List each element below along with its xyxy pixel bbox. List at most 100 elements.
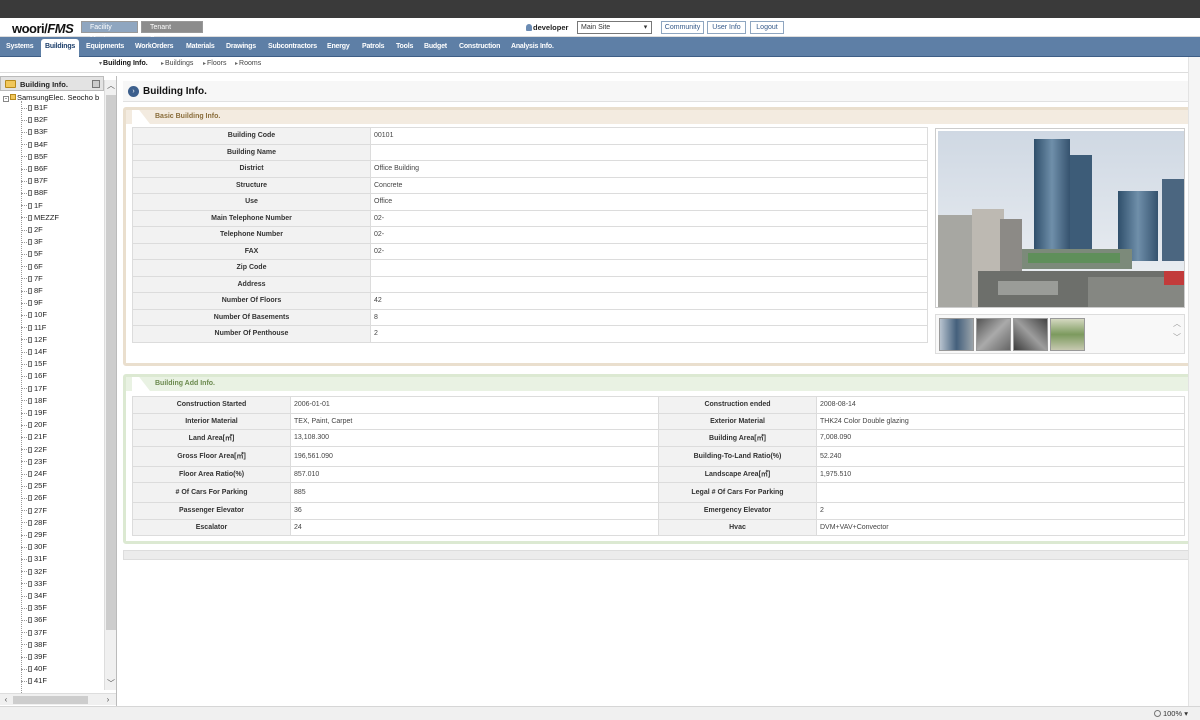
nav-energy[interactable]: Energy <box>327 37 350 57</box>
scroll-left-icon[interactable]: ‹ <box>0 694 12 706</box>
tree-item-floor[interactable]: 1F <box>21 200 43 212</box>
tree-item-floor[interactable]: 18F <box>21 395 47 407</box>
nav-patrols[interactable]: Patrols <box>362 37 385 57</box>
floor-icon <box>28 629 32 636</box>
tree-item-floor[interactable]: B3F <box>21 126 48 138</box>
minus-icon[interactable]: - <box>3 96 9 102</box>
tree-item-floor[interactable]: 36F <box>21 614 47 626</box>
nav-budget[interactable]: Budget <box>424 37 447 57</box>
tree-item-floor[interactable]: 35F <box>21 602 47 614</box>
tree-item-floor[interactable]: 30F <box>21 541 47 553</box>
tree-item-floor[interactable]: B4F <box>21 139 48 151</box>
tree-item-floor[interactable]: 31F <box>21 553 47 565</box>
tree-item-floor[interactable]: 37F <box>21 627 47 639</box>
tree-item-floor[interactable]: B1F <box>21 102 48 114</box>
scroll-thumb[interactable] <box>13 696 88 704</box>
nav-workorders[interactable]: WorkOrders <box>135 37 174 57</box>
scroll-down-icon[interactable]: ﹀ <box>105 678 117 690</box>
tree-item-label: 12F <box>34 334 47 344</box>
tree-item-floor[interactable]: 25F <box>21 480 47 492</box>
floor-icon <box>28 593 32 599</box>
tree-item-floor[interactable]: 21F <box>21 431 47 443</box>
tree-item-floor[interactable]: 27F <box>21 505 47 517</box>
tree-item-floor[interactable]: 9F <box>21 297 43 309</box>
user-info-button[interactable]: User Info <box>707 21 746 34</box>
tree-item-floor[interactable]: 17F <box>21 383 47 395</box>
nav-drawings[interactable]: Drawings <box>226 37 256 57</box>
tree-item-floor[interactable]: B2F <box>21 114 48 126</box>
tree-item-floor[interactable]: 14F <box>21 346 47 358</box>
tree-item-floor[interactable]: 12F <box>21 334 47 346</box>
sidebar-vertical-scrollbar[interactable]: ︿ ﹀ <box>104 80 116 690</box>
tree-root-building[interactable]: - SamsungElec. Seocho b <box>3 93 99 102</box>
tree-item-floor[interactable]: 7F <box>21 273 43 285</box>
tree-item-floor[interactable]: MEZZF <box>21 212 59 224</box>
field-label: Passenger Elevator <box>132 502 291 520</box>
sidebar-horizontal-scrollbar[interactable]: ‹ › <box>0 693 116 705</box>
tree-item-floor[interactable]: 3F <box>21 236 43 248</box>
tree-item-floor[interactable]: 38F <box>21 639 47 651</box>
page-vertical-scrollbar[interactable] <box>1188 57 1200 706</box>
nav-subcontractors[interactable]: Subcontractors <box>268 37 317 57</box>
scroll-thumb[interactable] <box>106 95 116 630</box>
subnav-buildings[interactable]: ▸Buildings <box>161 60 193 67</box>
tree-item-floor[interactable]: 24F <box>21 468 47 480</box>
tree-item-floor[interactable]: 10F <box>21 309 47 321</box>
tree-item-floor[interactable]: 32F <box>21 566 47 578</box>
tree-item-floor[interactable]: 23F <box>21 456 47 468</box>
tree-item-floor[interactable]: 28F <box>21 517 47 529</box>
collapse-icon[interactable] <box>92 80 100 88</box>
field-value: 1,975.510 <box>816 465 1185 483</box>
tree-item-floor[interactable]: 40F <box>21 663 47 675</box>
field-value: THK24 Color Double glazing <box>816 412 1185 430</box>
zoom-control[interactable]: 100% ▾ <box>1153 709 1188 718</box>
tree-item-floor[interactable]: 39F <box>21 651 47 663</box>
thumbnail-scroll[interactable]: ︿ ﹀ <box>1172 317 1182 351</box>
nav-construction[interactable]: Construction <box>459 37 500 57</box>
subnav-building-info[interactable]: ▾Building Info. <box>99 60 148 67</box>
nav-analysis-info[interactable]: Analysis Info. <box>511 37 554 57</box>
nav-materials[interactable]: Materials <box>186 37 215 57</box>
tree-item-floor[interactable]: 15F <box>21 358 47 370</box>
thumbnail-image[interactable] <box>939 318 974 351</box>
scroll-right-icon[interactable]: › <box>102 694 114 706</box>
tree-item-floor[interactable]: 20F <box>21 419 47 431</box>
tree-item-floor[interactable]: 26F <box>21 492 47 504</box>
logout-button[interactable]: Logout <box>750 21 784 34</box>
field-value: 00101 <box>370 127 928 145</box>
tree-item-floor[interactable]: 11F <box>21 322 46 334</box>
community-button[interactable]: Community <box>661 21 704 34</box>
nav-buildings[interactable]: Buildings <box>41 39 80 57</box>
nav-tools[interactable]: Tools <box>396 37 413 57</box>
thumbnail-image[interactable] <box>976 318 1011 351</box>
tree-item-floor[interactable]: 34F <box>21 590 47 602</box>
subnav-rooms[interactable]: ▸Rooms <box>235 60 261 67</box>
tree-item-floor[interactable]: 22F <box>21 444 47 456</box>
tree-item-floor[interactable]: B8F <box>21 187 48 199</box>
tree-item-floor[interactable]: 33F <box>21 578 47 590</box>
field-value <box>370 143 928 161</box>
tab-facility-mngt[interactable]: Facility Mngt. <box>81 21 138 43</box>
tree-item-floor[interactable]: B5F <box>21 151 48 163</box>
thumbnail-image[interactable] <box>1013 318 1048 351</box>
scroll-up-icon[interactable]: ︿ <box>105 80 117 92</box>
tree-item-floor[interactable]: 16F <box>21 370 47 382</box>
tree-item-floor[interactable]: 8F <box>21 285 43 297</box>
nav-systems[interactable]: Systems <box>6 37 34 57</box>
app-logo[interactable]: woori/FMS <box>12 21 74 36</box>
tree-item-floor[interactable]: B6F <box>21 163 48 175</box>
site-select[interactable]: Main Site ▾ <box>577 21 652 34</box>
thumbnail-image[interactable] <box>1050 318 1085 351</box>
tree-item-floor[interactable]: 2F <box>21 224 43 236</box>
subnav-floors[interactable]: ▸Floors <box>203 60 226 67</box>
tab-tenant-service[interactable]: Tenant Service <box>141 21 203 43</box>
field-label: Building Area[㎡] <box>658 429 817 447</box>
tree-item-floor[interactable]: 5F <box>21 248 43 260</box>
tree-item-label: 31F <box>34 554 47 564</box>
nav-equipments[interactable]: Equipments <box>86 37 124 57</box>
tree-item-floor[interactable]: B7F <box>21 175 48 187</box>
tree-item-floor[interactable]: 19F <box>21 407 47 419</box>
tree-item-floor[interactable]: 41F <box>21 675 47 687</box>
tree-item-floor[interactable]: 29F <box>21 529 47 541</box>
tree-item-floor[interactable]: 6F <box>21 261 43 273</box>
